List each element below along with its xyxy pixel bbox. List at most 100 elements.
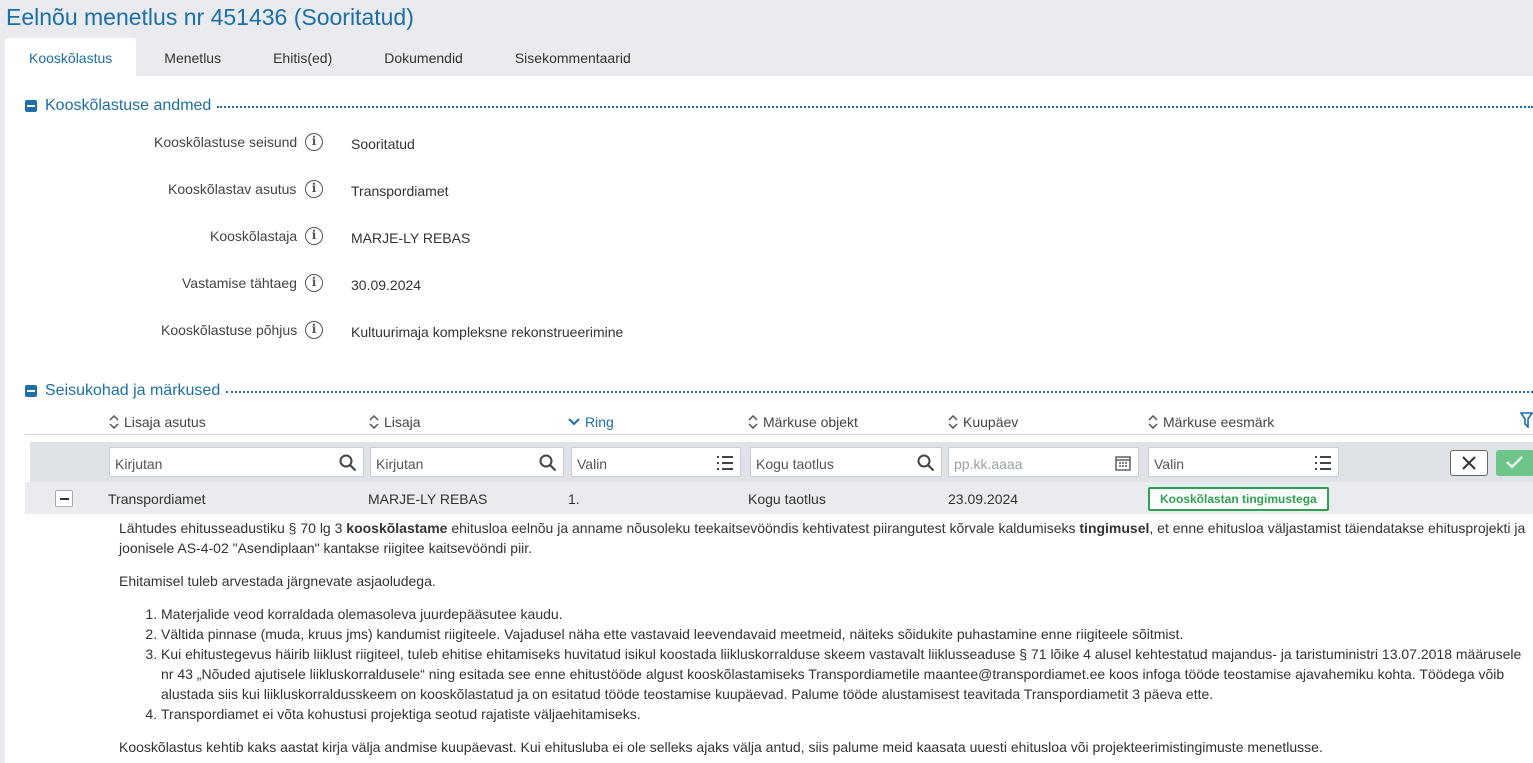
bold-text: tingimusel [1079,520,1150,536]
sort-icon [748,415,758,429]
filter-objekt-input[interactable]: Kogu taotlus [750,447,942,477]
column-header-ring[interactable]: Ring [568,414,614,430]
column-label: Märkuse eesmärk [1163,414,1275,430]
filter-text: Kirjutan [376,456,424,472]
column-label: Kuupäev [963,414,1019,430]
close-icon [1462,456,1476,470]
field-value: Kultuurimaja kompleksne rekonstrueerimin… [351,324,624,340]
filter-bar: Kirjutan Kirjutan Valin Kogu taotlus pp.… [30,442,1533,482]
column-label: Lisaja asutus [124,414,206,430]
field-row-tahtaeg: Vastamise tähtaeg i 30.09.2024 [5,273,905,295]
section-header-seisukohad: Seisukohad ja märkused [25,381,1533,401]
field-value: 30.09.2024 [351,277,422,293]
column-header-markuse-eesmark[interactable]: Märkuse eesmärk [1148,414,1274,430]
text: Lähtudes ehitusseadustiku § 70 lg 3 [119,520,347,536]
apply-filters-button[interactable] [1496,450,1533,476]
collapse-row-button[interactable] [55,490,73,507]
column-header-kuupaev[interactable]: Kuupäev [948,414,1018,430]
cell-asutus: Transpordiamet [108,491,206,507]
field-label: Kooskõlastaja [210,228,298,244]
column-header-markuse-objekt[interactable]: Märkuse objekt [748,414,858,430]
column-label: Lisaja [384,414,421,430]
list-item: Kui ehitustegevus häirib liiklust riigit… [161,644,1529,704]
divider [25,434,1533,435]
info-icon[interactable]: i [305,133,323,151]
field-value: MARJE-LY REBAS [351,230,471,246]
status-badge: Kooskõlastan tingimustega [1148,487,1329,511]
collapse-button[interactable] [25,385,37,397]
sort-icon [948,415,958,429]
field-label: Kooskõlastuse põhjus [161,322,298,338]
filter-eesmark-select[interactable]: Valin [1148,447,1339,477]
tab-bar: Kooskõlastus Menetlus Ehitis(ed) Dokumen… [5,38,655,76]
calendar-icon[interactable] [1114,454,1132,472]
info-icon[interactable]: i [305,227,323,245]
main-panel: Kooskõlastuse andmed Kooskõlastuse seisu… [5,76,1533,763]
info-icon[interactable]: i [305,274,323,292]
field-value: Sooritatud [351,136,415,152]
chevron-down-icon [568,418,580,426]
check-icon [1506,456,1523,469]
field-row-asutus: Kooskõlastav asutus i Transpordiamet [5,179,905,201]
divider [217,106,1533,108]
filter-kuupaev-input[interactable]: pp.kk.aaaa [948,447,1139,477]
tab-ehitised[interactable]: Ehitis(ed) [245,38,356,76]
search-icon[interactable] [339,454,357,472]
cell-ring: 1. [568,491,580,507]
search-icon[interactable] [539,454,557,472]
field-value: Transpordiamet [351,183,449,199]
filter-icon[interactable] [1520,412,1533,428]
section-header-kooskolastuse-andmed: Kooskõlastuse andmed [25,96,1533,116]
column-header-lisaja-asutus[interactable]: Lisaja asutus [109,414,206,430]
comment-list: Materjalide veod korraldada olemasoleva … [119,604,1529,724]
comment-body: Lähtudes ehitusseadustiku § 70 lg 3 koos… [119,518,1529,763]
sort-icon [369,415,379,429]
collapse-button[interactable] [25,100,37,112]
comment-paragraph: Lähtudes ehitusseadustiku § 70 lg 3 koos… [119,518,1529,558]
search-icon[interactable] [917,454,935,472]
section-title: Seisukohad ja märkused [45,382,221,399]
list-icon[interactable] [716,454,734,472]
comment-paragraph: Kooskõlastus kehtib kaks aastat kirja vä… [119,739,1323,755]
cell-lisaja: MARJE-LY REBAS [368,491,488,507]
filter-ring-select[interactable]: Valin [571,447,741,477]
bold-text: kooskõlastame [346,520,448,536]
column-label: Ring [585,414,614,430]
field-row-seisund: Kooskõlastuse seisund i Sooritatud [5,132,905,154]
filter-text: Valin [1154,456,1185,472]
field-row-pohjus: Kooskõlastuse põhjus i Kultuurimaja komp… [5,320,905,342]
list-item: Transpordiamet ei võta kohustusi projekt… [161,704,1529,724]
filter-placeholder: pp.kk.aaaa [954,456,1023,472]
app-window: Eelnõu menetlus nr 451436 (Sooritatud) K… [0,0,1533,763]
filter-lisaja-input[interactable]: Kirjutan [370,447,564,477]
filter-text: Valin [577,456,608,472]
tab-dokumendid[interactable]: Dokumendid [356,38,487,76]
info-icon[interactable]: i [305,321,323,339]
cell-kuupaev: 23.09.2024 [948,491,1019,507]
column-label: Märkuse objekt [763,414,858,430]
cell-objekt: Kogu taotlus [748,491,826,507]
column-header-lisaja[interactable]: Lisaja [369,414,421,430]
field-label: Vastamise tähtaeg [182,275,297,291]
tab-menetlus[interactable]: Menetlus [136,38,245,76]
section-title: Kooskõlastuse andmed [45,97,212,114]
list-item: Vältida pinnase (muda, kruus jms) kandum… [161,624,1529,644]
list-item: Materjalide veod korraldada olemasoleva … [161,604,1529,624]
tab-sisekommentaarid[interactable]: Sisekommentaarid [487,38,655,76]
tab-kooskolastus[interactable]: Kooskõlastus [5,38,137,76]
divider [226,391,1533,393]
text: ehitusloa eelnõu ja anname nõusoleku tee… [447,520,1080,536]
info-icon[interactable]: i [305,180,323,198]
field-label: Kooskõlastav asutus [168,181,297,197]
sort-icon [1148,415,1158,429]
comment-paragraph: Ehitamisel tuleb arvestada järgnevate as… [119,573,436,589]
filter-text: Kirjutan [115,456,163,472]
filter-text: Kogu taotlus [756,456,834,472]
field-label: Kooskõlastuse seisund [154,134,298,150]
table-row[interactable]: Transpordiamet MARJE-LY REBAS 1. Kogu ta… [25,482,1533,514]
list-icon[interactable] [1314,454,1332,472]
filter-asutus-input[interactable]: Kirjutan [109,447,364,477]
field-row-kooskolastaja: Kooskõlastaja i MARJE-LY REBAS [5,226,905,248]
clear-filters-button[interactable] [1450,450,1488,476]
page-title: Eelnõu menetlus nr 451436 (Sooritatud) [6,4,414,30]
